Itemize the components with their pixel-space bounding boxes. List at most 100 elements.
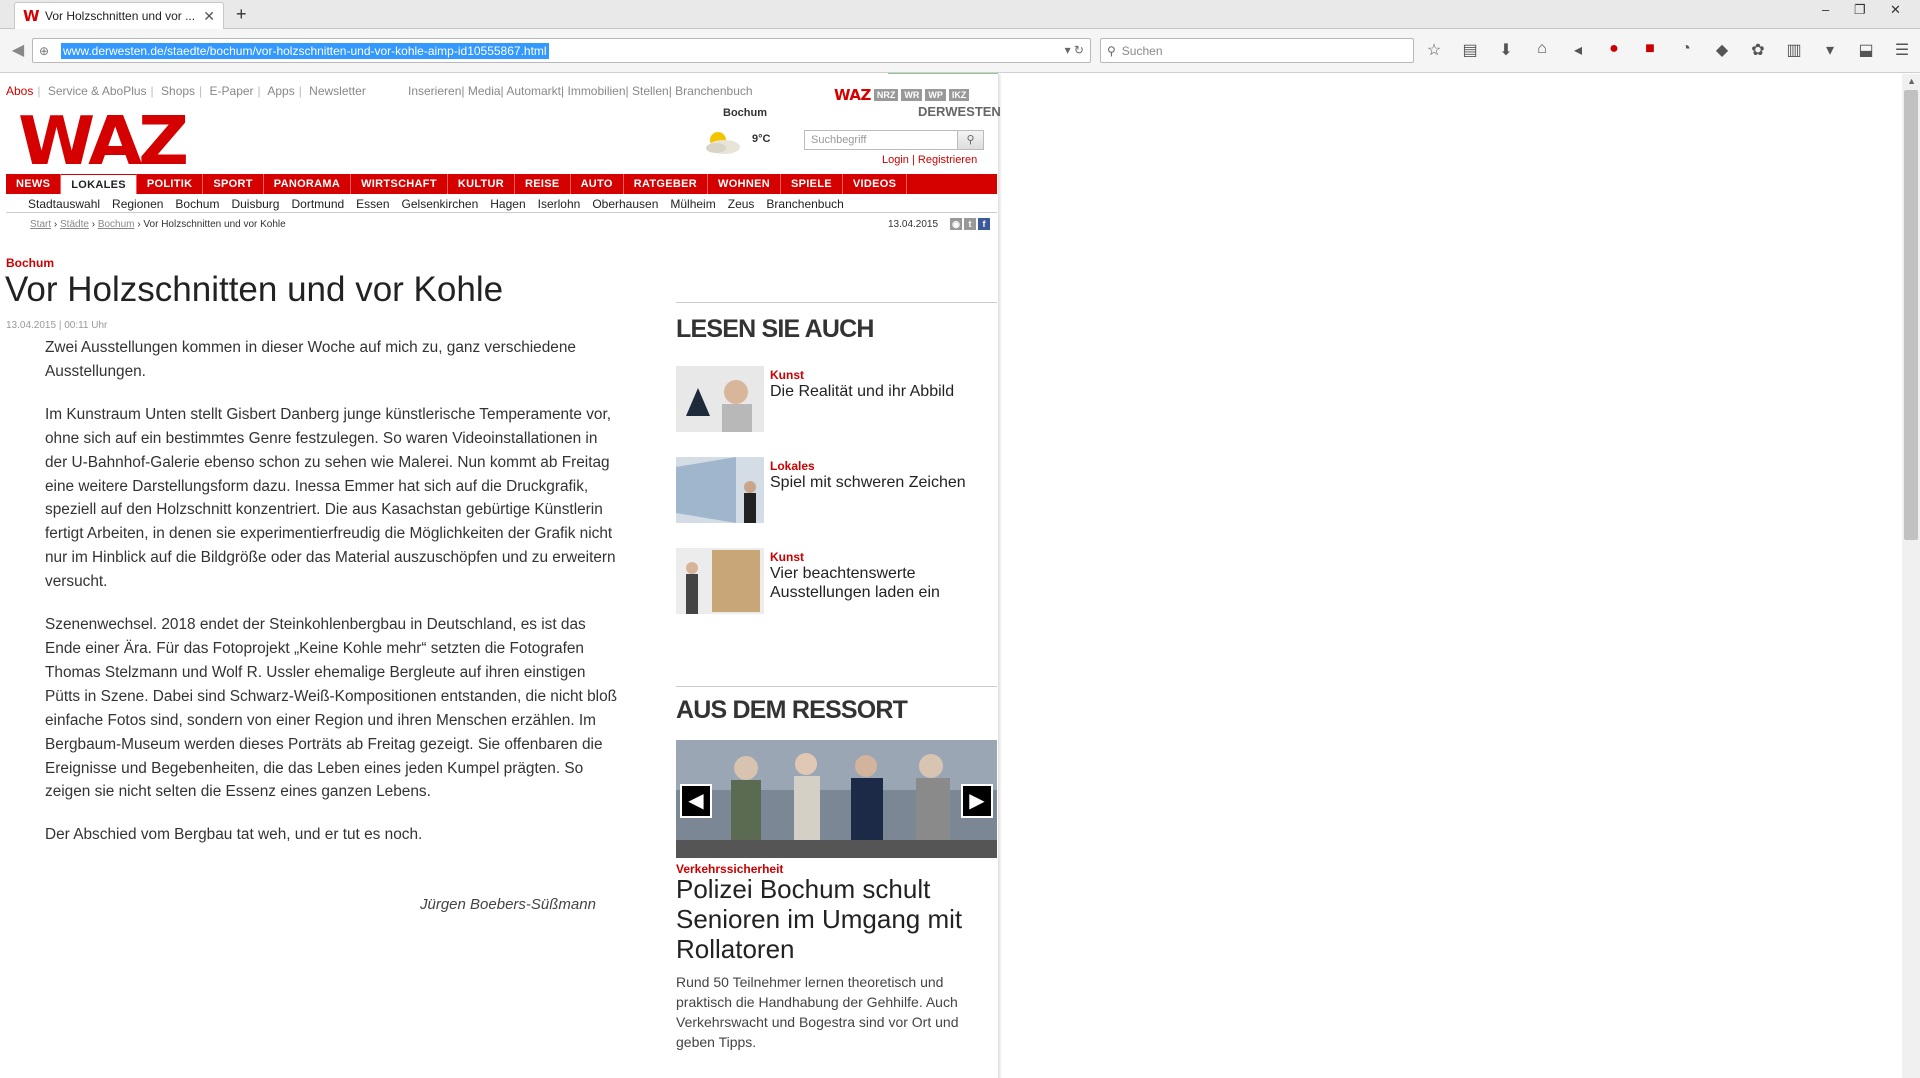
nav-reise[interactable]: REISE: [515, 174, 571, 194]
dropdown-icon[interactable]: ▾: [1818, 40, 1842, 60]
url-bar[interactable]: ⊕ www.derwesten.de/staedte/bochum/vor-ho…: [32, 38, 1091, 63]
article-paragraph: Szenenwechsel. 2018 endet der Steinkohle…: [45, 616, 618, 801]
close-tab-icon[interactable]: ✕: [203, 8, 215, 25]
theme-icon[interactable]: ◆: [1710, 40, 1734, 60]
url-text[interactable]: www.derwesten.de/staedte/bochum/vor-holz…: [61, 42, 549, 59]
nav-wirtschaft[interactable]: WIRTSCHAFT: [351, 174, 448, 194]
home-icon[interactable]: ⌂: [1530, 40, 1554, 60]
save-icon[interactable]: ⬓: [1854, 40, 1878, 60]
subnav-stadtauswahl[interactable]: Stadtauswahl: [6, 195, 106, 212]
ressort-hero-image[interactable]: ◀ ▶: [676, 740, 997, 858]
send-icon[interactable]: ◂: [1566, 40, 1590, 60]
history-icon[interactable]: ◔: [1674, 40, 1698, 60]
nav-news[interactable]: NEWS: [6, 174, 62, 194]
subnav-bochum[interactable]: Bochum: [169, 195, 225, 212]
clipboard-icon[interactable]: ▥: [1782, 40, 1806, 60]
back-arrow-icon[interactable]: ◀: [6, 39, 30, 63]
teaser-item[interactable]: Lokales Spiel mit schweren Zeichen: [676, 457, 997, 527]
reading-list-icon[interactable]: ▤: [1458, 40, 1482, 60]
nav-ratgeber[interactable]: RATGEBER: [624, 174, 709, 194]
nav-kultur[interactable]: KULTUR: [448, 174, 516, 194]
facebook-icon[interactable]: f: [978, 218, 990, 230]
download-icon[interactable]: ⬇: [1494, 40, 1518, 60]
search-button-icon[interactable]: ⚲: [957, 131, 983, 149]
nav-auto[interactable]: AUTO: [571, 174, 624, 194]
derwesten-logo[interactable]: DERWESTEN: [918, 104, 1001, 119]
addon-icon[interactable]: ✿: [1746, 40, 1770, 60]
nav-wohnen[interactable]: WOHNEN: [708, 174, 781, 194]
nav-spiele[interactable]: SPIELE: [781, 174, 843, 194]
hero-next-arrow-icon[interactable]: ▶: [961, 784, 993, 818]
restore-icon[interactable]: ❐: [1854, 2, 1866, 18]
nav-politik[interactable]: POLITIK: [137, 174, 204, 194]
browser-tab[interactable]: W Vor Holzschnitten und vor ... ✕: [14, 2, 224, 29]
login-link[interactable]: Login: [882, 154, 909, 166]
brand-nrz[interactable]: NRZ: [873, 89, 899, 101]
crumb-bochum[interactable]: Bochum: [98, 219, 135, 230]
subnav-regionen[interactable]: Regionen: [106, 195, 169, 212]
brand-wr[interactable]: WR: [901, 89, 923, 101]
extension-icon[interactable]: ■: [1638, 40, 1662, 60]
lesen-sie-auch-title: LESEN SIE AUCH: [676, 315, 874, 343]
nav-videos[interactable]: VIDEOS: [843, 174, 908, 194]
article-author: Jürgen Boebers-Süßmann: [420, 896, 596, 913]
nav-lokales[interactable]: LOKALES: [61, 174, 137, 194]
nav-sport[interactable]: SPORT: [203, 174, 264, 194]
service-link-abos[interactable]: Abos: [6, 84, 33, 98]
subnav-zeus[interactable]: Zeus: [722, 195, 761, 212]
subnav-hagen[interactable]: Hagen: [484, 195, 531, 212]
link-immobilien[interactable]: Immobilien: [567, 84, 625, 98]
rss-icon[interactable]: ◉: [950, 218, 962, 230]
scroll-up-icon[interactable]: ▲: [1907, 76, 1916, 86]
subnav-muelheim[interactable]: Mülheim: [664, 195, 721, 212]
hero-prev-arrow-icon[interactable]: ◀: [680, 784, 712, 818]
link-stellen[interactable]: Stellen: [632, 84, 669, 98]
register-link[interactable]: Registrieren: [918, 154, 977, 166]
crumb-staedte[interactable]: Städte: [60, 219, 89, 230]
subnav-duisburg[interactable]: Duisburg: [225, 195, 285, 212]
subnav-branchenbuch[interactable]: Branchenbuch: [760, 195, 849, 212]
nav-panorama[interactable]: PANORAMA: [264, 174, 352, 194]
service-link-shops[interactable]: Shops: [161, 84, 195, 98]
subnav-gelsenkirchen[interactable]: Gelsenkirchen: [396, 195, 485, 212]
article-kicker[interactable]: Bochum: [6, 256, 54, 270]
waz-logo[interactable]: WAZ: [18, 108, 189, 175]
page-scrollbar[interactable]: ▲: [1902, 74, 1920, 1078]
brand-ikz[interactable]: IKZ: [948, 89, 970, 101]
site-search-input[interactable]: Suchbegriff ⚲: [804, 130, 984, 150]
teaser-item[interactable]: Kunst Vier beachtenswerte Ausstellungen …: [676, 548, 997, 618]
hero-title[interactable]: Polizei Bochum schult Senioren im Umgang…: [676, 874, 997, 964]
new-tab-button[interactable]: +: [236, 4, 247, 25]
scrollbar-thumb[interactable]: [1904, 90, 1918, 540]
article-headline: Vor Holzschnitten und vor Kohle: [5, 270, 504, 309]
close-window-icon[interactable]: ✕: [1890, 2, 1901, 18]
service-link-newsletter[interactable]: Newsletter: [309, 84, 366, 98]
social-icons: ◉ t f: [950, 218, 990, 230]
subnav-oberhausen[interactable]: Oberhausen: [586, 195, 664, 212]
minimize-icon[interactable]: –: [1822, 2, 1829, 17]
bookmark-star-icon[interactable]: ☆: [1422, 40, 1446, 60]
subnav-iserlohn[interactable]: Iserlohn: [532, 195, 587, 212]
browser-search-input[interactable]: ⚲ Suchen: [1100, 38, 1414, 63]
service-link-epaper[interactable]: E-Paper: [210, 84, 254, 98]
teaser-title: Vier beachtenswerte Ausstellungen laden …: [770, 565, 940, 601]
adblock-icon[interactable]: ●: [1602, 40, 1626, 60]
teaser-item[interactable]: Kunst Die Realität und ihr Abbild: [676, 366, 997, 436]
service-link-apps[interactable]: Apps: [267, 84, 294, 98]
link-inserieren[interactable]: Inserieren: [408, 84, 461, 98]
link-automarkt[interactable]: Automarkt: [506, 84, 561, 98]
crumb-start[interactable]: Start: [30, 219, 51, 230]
reload-icon[interactable]: ▾ ↻: [1065, 43, 1084, 57]
sun-cloud-icon: [706, 132, 740, 154]
link-branchenbuch[interactable]: Branchenbuch: [675, 84, 752, 98]
menu-icon[interactable]: ☰: [1890, 40, 1914, 60]
brand-waz[interactable]: WAZ: [834, 86, 871, 104]
subnav-essen[interactable]: Essen: [350, 195, 395, 212]
breadcrumb-date: 13.04.2015: [888, 219, 939, 230]
twitter-icon[interactable]: t: [964, 218, 976, 230]
brand-wp[interactable]: WP: [925, 89, 946, 101]
service-link-service[interactable]: Service & AboPlus: [48, 84, 147, 98]
article-body: Zwei Ausstellungen kommen in dieser Woch…: [45, 336, 623, 866]
link-media[interactable]: Media: [468, 84, 501, 98]
subnav-dortmund[interactable]: Dortmund: [285, 195, 350, 212]
